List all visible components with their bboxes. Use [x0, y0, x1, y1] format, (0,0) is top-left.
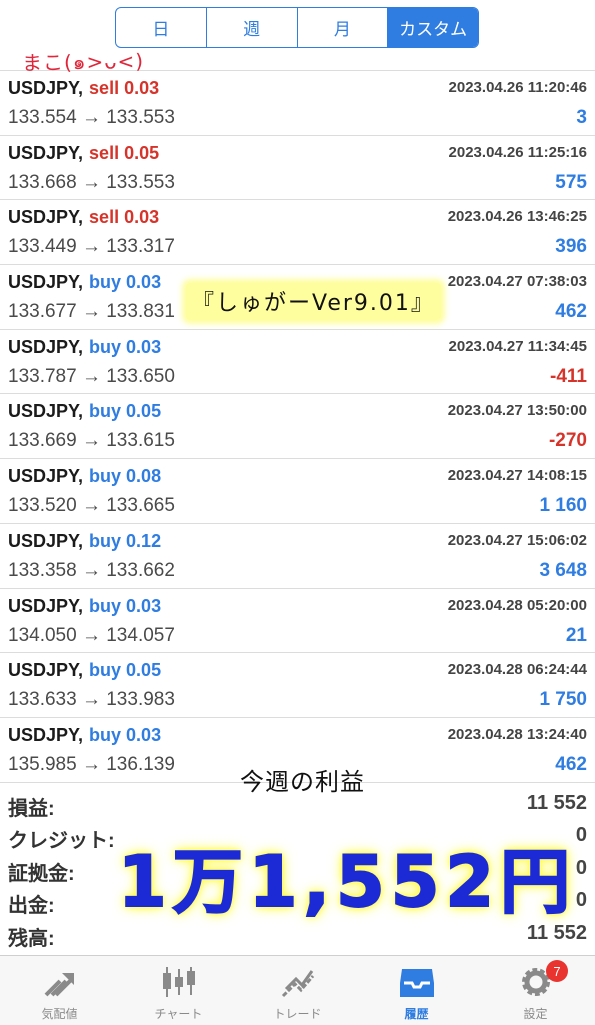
trade-time: 2023.04.28 05:20:00 [447, 596, 587, 614]
summary-value: 0 [575, 889, 587, 912]
trade-profit: 1 160 [539, 495, 587, 517]
segment-month[interactable]: 月 [298, 8, 389, 47]
trade-side-lots: sell 0.03 [89, 207, 160, 228]
trade-row[interactable]: USDJPY, sell 0.03 133.554 → 133.553 2023.… [0, 70, 595, 135]
trade-prices: 133.633 → 133.983 [8, 689, 175, 711]
trade-history-list: USDJPY, sell 0.03 133.554 → 133.553 2023.… [0, 70, 595, 783]
summary-value: 11 552 [526, 792, 587, 814]
trade-symbol: USDJPY, [8, 401, 84, 422]
ea-version-sticker: 『しゅがーVer9.01』 [186, 283, 441, 320]
tab-label: 設定 [523, 1007, 548, 1021]
trade-row[interactable]: USDJPY, buy 0.05 133.633 → 133.983 2023.0… [0, 652, 595, 717]
trade-prices: 133.787 → 133.650 [8, 365, 175, 387]
segment-week[interactable]: 週 [207, 8, 298, 47]
trade-side-lots: buy 0.08 [89, 466, 162, 487]
trade-symbol: USDJPY, [8, 207, 84, 228]
trade-profit: -411 [550, 365, 587, 387]
trade-side-lots: buy 0.05 [89, 660, 162, 681]
trade-prices: 133.677 → 133.831 [8, 301, 175, 323]
tab-history[interactable]: 履歴 [357, 956, 476, 1025]
trade-prices: 133.358 → 133.662 [8, 559, 175, 581]
summary-label: 残高: [8, 927, 55, 950]
trade-symbol: USDJPY, [8, 660, 84, 681]
trade-profit: 462 [555, 301, 587, 323]
summary-label: クレジット: [8, 830, 115, 853]
summary-label: 証拠金: [8, 862, 75, 885]
trade-time: 2023.04.27 14:08:15 [447, 467, 587, 485]
trade-time: 2023.04.27 13:50:00 [447, 402, 587, 420]
trade-profit: 1 750 [539, 689, 587, 711]
tab-label: 気配値 [41, 1007, 78, 1021]
tab-quotes[interactable]: 気配値 [0, 956, 119, 1025]
trade-symbol: USDJPY, [8, 595, 84, 616]
trade-row[interactable]: USDJPY, sell 0.05 133.668 → 133.553 2023.… [0, 134, 595, 200]
trade-prices: 133.449 → 133.317 [8, 236, 175, 258]
trade-time: 2023.04.26 13:46:25 [447, 208, 587, 226]
trade-time: 2023.04.28 13:24:40 [447, 725, 587, 743]
summary-value: 0 [575, 824, 587, 847]
trade-symbol: USDJPY, [8, 466, 84, 487]
trade-side-lots: sell 0.03 [89, 78, 160, 98]
tab-settings[interactable]: 7 設定 [476, 956, 595, 1025]
history-inbox-icon [397, 964, 437, 1000]
author-handwriting-overlay: まこ(๑>ᴗ<) [21, 48, 145, 76]
trade-symbol: USDJPY, [8, 336, 84, 357]
trade-symbol: USDJPY, [8, 272, 84, 293]
bottom-tab-bar: 気配値 チャート トレード 履歴 7 設定 [0, 955, 595, 1025]
tab-label: トレード [273, 1007, 322, 1021]
trade-time: 2023.04.27 15:06:02 [447, 531, 587, 549]
trade-icon [278, 964, 318, 1000]
trade-row[interactable]: USDJPY, buy 0.12 133.358 → 133.662 2023.0… [0, 522, 595, 588]
summary-label: 出金: [8, 895, 55, 918]
trade-time: 2023.04.27 07:38:03 [447, 273, 587, 291]
trade-profit: -270 [548, 430, 587, 452]
trade-row[interactable]: USDJPY, buy 0.05 133.669 → 133.615 2023.0… [0, 393, 595, 458]
trade-profit: 575 [555, 171, 587, 193]
weekly-profit-overlay: 1万1,552円 [117, 840, 577, 924]
trade-profit: 21 [565, 624, 587, 646]
trade-prices: 135.985 → 136.139 [8, 753, 175, 775]
tab-label: チャート [154, 1007, 203, 1021]
weekly-profit-label: 今週の利益 [240, 768, 365, 796]
trade-profit: 3 648 [539, 559, 587, 581]
trade-side-lots: buy 0.03 [89, 336, 162, 357]
trade-symbol: USDJPY, [8, 724, 84, 745]
segment-custom[interactable]: カスタム [388, 8, 478, 47]
trade-profit: 396 [555, 236, 587, 258]
trade-side-lots: buy 0.03 [89, 724, 162, 745]
trade-side-lots: buy 0.05 [89, 401, 162, 422]
trade-prices: 133.554 → 133.553 [8, 107, 175, 128]
trade-side-lots: sell 0.05 [89, 142, 160, 163]
tab-chart[interactable]: チャート [119, 956, 238, 1025]
trade-time: 2023.04.26 11:20:46 [448, 79, 587, 96]
trade-symbol: USDJPY, [8, 530, 84, 551]
period-segmented-control: 日 週 月 カスタム [115, 7, 479, 48]
quotes-icon [40, 964, 80, 1000]
trade-prices: 133.668 → 133.553 [8, 171, 175, 193]
trade-side-lots: buy 0.12 [89, 530, 162, 551]
trade-side-lots: buy 0.03 [89, 272, 162, 293]
trade-profit: 3 [576, 107, 587, 128]
trade-prices: 133.669 → 133.615 [8, 430, 175, 452]
trade-time: 2023.04.26 11:25:16 [448, 143, 587, 161]
summary-label: 損益: [8, 798, 55, 820]
trade-row[interactable]: USDJPY, sell 0.03 133.449 → 133.317 2023.… [0, 199, 595, 264]
trade-prices: 133.520 → 133.665 [8, 495, 175, 517]
trade-side-lots: buy 0.03 [89, 595, 162, 616]
segment-day[interactable]: 日 [116, 8, 207, 47]
trade-symbol: USDJPY, [8, 78, 84, 98]
trade-time: 2023.04.28 06:24:44 [447, 661, 587, 679]
trade-prices: 134.050 → 134.057 [8, 624, 175, 646]
trade-symbol: USDJPY, [8, 142, 84, 163]
trade-row[interactable]: USDJPY, buy 0.08 133.520 → 133.665 2023.0… [0, 458, 595, 523]
trade-row[interactable]: USDJPY, buy 0.03 133.787 → 133.650 2023.0… [0, 328, 595, 394]
trade-row[interactable]: USDJPY, buy 0.03 134.050 → 134.057 2023.0… [0, 587, 595, 653]
summary-value: 0 [575, 856, 587, 879]
chart-candles-icon [159, 964, 199, 1000]
trade-time: 2023.04.27 11:34:45 [448, 337, 587, 355]
notification-badge: 7 [546, 960, 568, 982]
tab-trade[interactable]: トレード [238, 956, 357, 1025]
tab-label: 履歴 [404, 1007, 429, 1021]
trade-profit: 462 [555, 753, 587, 775]
